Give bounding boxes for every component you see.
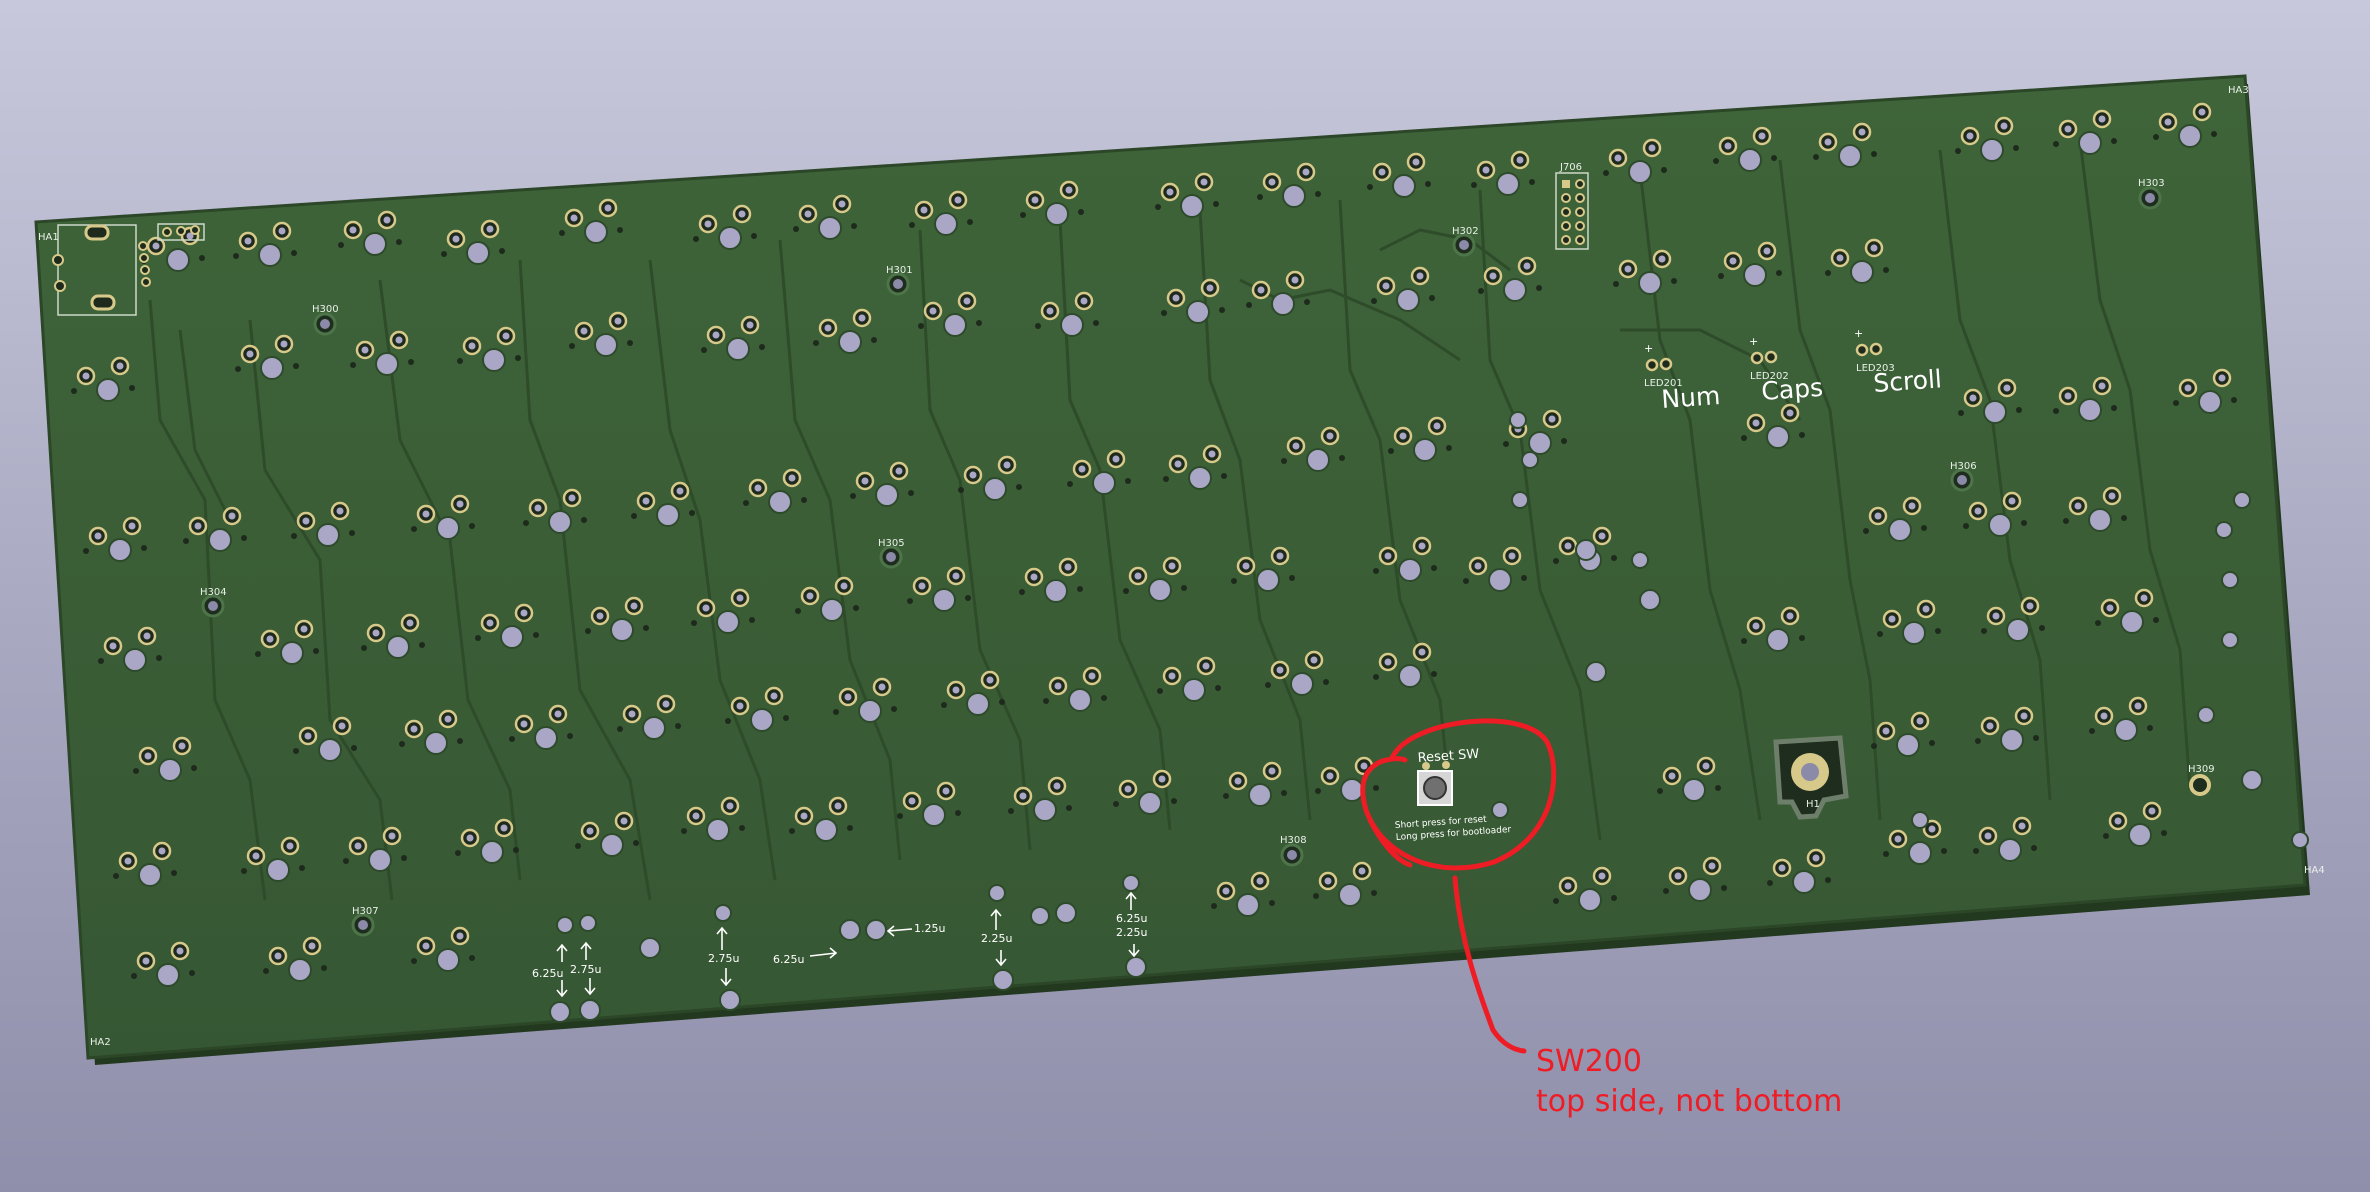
ref-h306: H306 (1950, 461, 1977, 472)
size-label-8: 2.25u (1116, 926, 1147, 939)
size-label-4: 6.25u (773, 953, 804, 966)
ref-h1: H1 (1806, 799, 1820, 810)
ref-h309: H309 (2188, 764, 2215, 775)
ref-h300: H300 (312, 304, 339, 315)
ref-h301: H301 (886, 265, 913, 276)
led-label-num: Num (1660, 381, 1721, 414)
svg-text:+: + (1854, 327, 1863, 340)
ref-h303: H303 (2138, 178, 2165, 189)
size-label-3: 2.75u (708, 952, 739, 965)
ref-ha1: HA1 (38, 232, 59, 243)
ref-h305: H305 (878, 538, 905, 549)
ref-h307: H307 (352, 906, 379, 917)
pcb-render-scene: + + + HA1 HA2 HA3 HA4 H1 H300 H301 H302 H3… (34, 74, 2325, 1065)
size-label-2: 2.75u (570, 963, 601, 976)
annotation-line-1: SW200 (1536, 1044, 1642, 1079)
ref-ha4: HA4 (2304, 865, 2325, 876)
size-label-1: 6.25u (532, 967, 563, 980)
ref-ha2: HA2 (90, 1037, 111, 1048)
size-label-7: 6.25u (1116, 912, 1147, 925)
svg-text:+: + (1749, 335, 1758, 348)
annotation-note: SW200 top side, not bottom (1536, 1042, 1842, 1122)
size-label-5: 1.25u (914, 922, 945, 935)
ref-ha3: HA3 (2228, 85, 2249, 96)
annotation-line-2: top side, not bottom (1536, 1084, 1843, 1119)
led-label-scroll: Scroll (1872, 364, 1942, 398)
svg-text:+: + (1644, 342, 1653, 355)
led-label-caps: Caps (1760, 373, 1824, 406)
ref-h308: H308 (1280, 835, 1307, 846)
size-label-6: 2.25u (981, 932, 1012, 945)
ref-j706: J706 (1559, 162, 1582, 173)
ref-h304: H304 (200, 587, 227, 598)
ref-h302: H302 (1452, 226, 1479, 237)
